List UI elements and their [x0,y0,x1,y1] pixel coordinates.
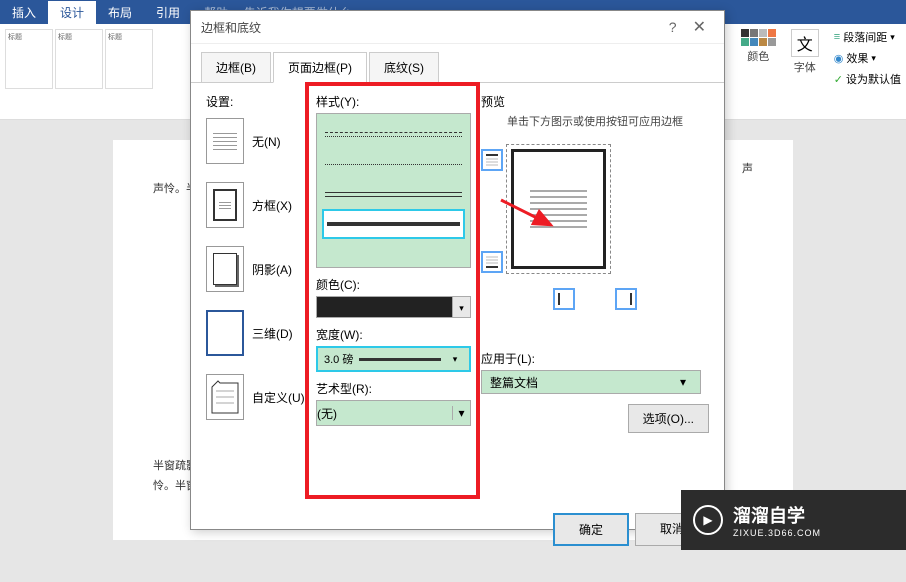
setting-custom[interactable]: 自定义(U) [206,374,306,420]
tab-references[interactable]: 引用 [144,1,192,24]
width-label: 宽度(W): [316,326,471,343]
ok-button[interactable]: 确定 [553,513,629,546]
bottom-border-button[interactable] [481,251,503,273]
chevron-down-icon: ▾ [674,375,692,389]
apply-select[interactable]: 整篇文档 ▾ [481,370,701,394]
arrow-annotation [496,195,566,238]
colors-label: 颜色 [747,48,769,64]
effects[interactable]: ◉效果▾ [834,50,901,66]
art-select[interactable]: (无) ▾ [316,400,471,426]
font-icon: 文 [791,29,819,57]
help-button[interactable]: ? [661,19,685,35]
color-select[interactable]: ▾ [316,296,471,318]
setting-none[interactable]: 无(N) [206,118,306,164]
left-border-button[interactable] [553,288,575,310]
chevron-down-icon: ▾ [452,406,470,420]
theme-item[interactable]: 标题 [105,29,153,89]
style-item[interactable] [322,119,465,149]
art-label: 艺术型(R): [316,380,471,397]
tab-layout[interactable]: 布局 [96,1,144,24]
theme-item[interactable]: 标题 [55,29,103,89]
settings-label: 设置: [206,93,306,110]
tab-border[interactable]: 边框(B) [201,52,271,82]
options-button[interactable]: 选项(O)... [628,404,709,433]
tab-insert[interactable]: 插入 [0,1,48,24]
right-border-button[interactable] [615,288,637,310]
preview-hint: 单击下方图示或使用按钮可应用边框 [481,113,709,129]
preview-label: 预览 [481,93,709,110]
fonts-label: 字体 [794,59,816,75]
borders-shading-dialog: 边框和底纹 ? ✕ 边框(B) 页面边框(P) 底纹(S) 设置: 无(N) 方… [190,10,725,530]
style-item[interactable] [322,179,465,209]
dialog-title: 边框和底纹 [201,19,261,36]
chevron-down-icon: ▾ [452,297,470,317]
color-label: 颜色(C): [316,276,471,293]
style-label: 样式(Y): [316,93,471,110]
watermark-logo: ▶ 溜溜自学 ZIXUE.3D66.COM [681,490,906,550]
top-border-button[interactable] [481,149,503,171]
fonts-dropdown[interactable]: 文 字体 [791,29,819,75]
tab-design[interactable]: 设计 [48,1,96,24]
apply-label: 应用于(L): [481,350,709,367]
tab-shading[interactable]: 底纹(S) [369,52,439,82]
play-icon: ▶ [693,505,723,535]
chevron-down-icon: ▾ [447,354,463,365]
colors-dropdown[interactable]: 颜色 [741,29,776,64]
setting-3d[interactable]: 三维(D) [206,310,306,356]
setting-shadow[interactable]: 阴影(A) [206,246,306,292]
theme-item[interactable]: 标题 [5,29,53,89]
set-default[interactable]: ✓设为默认值 [834,71,901,87]
style-item[interactable] [322,149,465,179]
setting-box[interactable]: 方框(X) [206,182,306,228]
style-list[interactable] [316,113,471,268]
close-button[interactable]: ✕ [685,17,714,37]
paragraph-spacing[interactable]: ≡段落间距▾ [834,29,901,45]
theme-gallery[interactable]: 标题 标题 标题 [5,29,185,115]
style-item[interactable] [322,209,465,239]
width-select[interactable]: 3.0 磅 ▾ [316,346,471,372]
tab-page-border[interactable]: 页面边框(P) [273,52,367,83]
